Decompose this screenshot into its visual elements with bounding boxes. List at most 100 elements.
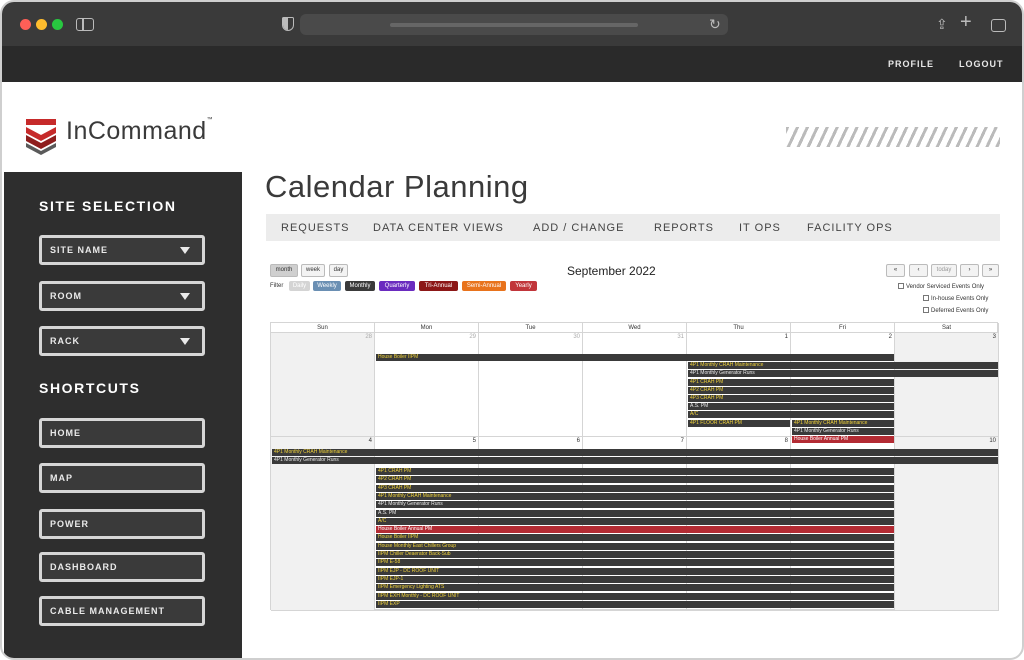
address-bar-placeholder (390, 23, 638, 27)
vendor-serviced-checkbox[interactable]: Vendor Serviced Events Only (898, 283, 984, 290)
calendar-event[interactable]: 4P1 FLOOR CRAH PM (688, 419, 790, 427)
calendar-event[interactable]: 4P1 Monthly Generator Runs (792, 427, 894, 435)
day-cell[interactable]: 29 (375, 333, 479, 437)
filter-quarterly[interactable]: Quarterly (379, 281, 415, 291)
shortcut-power[interactable]: POWER (39, 509, 205, 539)
tab-overview-icon[interactable] (991, 19, 1006, 32)
share-icon[interactable]: ⇪ (936, 16, 948, 33)
calendar-event[interactable]: House Monthly East Chillers Group (376, 542, 894, 550)
room-select[interactable]: ROOM (39, 281, 205, 311)
calendar-event[interactable]: A/C (376, 517, 894, 525)
view-month-button[interactable]: month (270, 264, 298, 277)
day-cell[interactable]: 3 (895, 333, 999, 437)
calendar-event[interactable]: IIPM EXH Monthly - DC ROOF UNIT (376, 592, 894, 600)
menu-data-center-views[interactable]: DATA CENTER VIEWS (373, 222, 504, 234)
prev-year-button[interactable]: « (886, 264, 905, 277)
incommand-logo-icon[interactable] (26, 117, 56, 155)
filter-tri-annual[interactable]: Tri-Annual (419, 281, 458, 291)
page-title: Calendar Planning (265, 169, 529, 204)
calendar-event[interactable]: 4P3 CRAH PM (376, 484, 894, 492)
calendar-event[interactable]: House Boiler Annual PM (792, 436, 894, 443)
calendar-event[interactable]: 4P1 Monthly CRAH Maintenance (272, 449, 998, 456)
site-name-select-label: SITE NAME (50, 245, 109, 255)
filter-weekly[interactable]: Weekly (313, 281, 341, 291)
close-window-icon[interactable] (20, 19, 31, 30)
zoom-window-icon[interactable] (52, 19, 63, 30)
vendor-serviced-label: Vendor Serviced Events Only (906, 284, 985, 290)
calendar-event[interactable]: IIPM E-58 (376, 559, 894, 567)
calendar-event[interactable]: IIPM EXP (376, 600, 894, 608)
site-name-select[interactable]: SITE NAME (39, 235, 205, 265)
day-cell[interactable]: 30 (479, 333, 583, 437)
filter-daily[interactable]: Daily (289, 281, 310, 291)
checkbox-icon[interactable] (923, 295, 929, 301)
shortcut-home[interactable]: HOME (39, 418, 205, 448)
shortcuts-heading: SHORTCUTS (39, 380, 141, 396)
deferred-checkbox[interactable]: Deferred Events Only (923, 307, 988, 314)
new-tab-icon[interactable]: + (960, 12, 972, 32)
day-number: 29 (469, 334, 476, 340)
calendar-event[interactable]: 4P2 CRAH PM (688, 386, 894, 394)
reload-icon[interactable]: ↻ (709, 17, 721, 31)
filter-label: Filter (270, 283, 284, 289)
calendar-event[interactable]: 4P1 Monthly Generator Runs (272, 457, 998, 465)
minimize-window-icon[interactable] (36, 19, 47, 30)
day-header-sun: Sun (271, 323, 375, 333)
view-day-button[interactable]: day (329, 264, 348, 277)
prev-month-button[interactable]: ‹ (909, 264, 928, 277)
checkbox-icon[interactable] (898, 283, 904, 289)
logout-link[interactable]: LOGOUT (959, 59, 1004, 69)
shortcut-cable-management[interactable]: CABLE MANAGEMENT (39, 596, 205, 626)
in-house-checkbox[interactable]: In-house Events Only (923, 295, 988, 302)
calendar-event[interactable]: 4P1 CRAH PM (376, 468, 894, 476)
today-button[interactable]: today (931, 264, 957, 277)
app-window: ↻ ⇪ + PROFILE LOGOUT InCommand™ SITE SEL… (0, 0, 1024, 660)
calendar-event[interactable]: A.S. PM (688, 403, 894, 411)
day-number: 2 (888, 334, 892, 340)
shortcut-map[interactable]: MAP (39, 463, 205, 493)
rack-select[interactable]: RACK (39, 326, 205, 356)
shortcut-dashboard[interactable]: DASHBOARD (39, 552, 205, 582)
calendar-event[interactable]: House Boiler IIPM (376, 354, 894, 361)
view-week-button[interactable]: week (301, 264, 325, 277)
calendar-event[interactable]: IIPM EJP - DC ROOF UNIT (376, 567, 894, 575)
day-number: 10 (989, 438, 996, 444)
calendar-event[interactable]: 4P1 Monthly Generator Runs (376, 501, 894, 509)
calendar-event[interactable]: House Boiler Annual PM (376, 526, 894, 534)
filter-monthly[interactable]: Monthly (345, 281, 375, 291)
calendar-event[interactable]: 4P1 Monthly CRAH Maintenance (688, 362, 998, 370)
menu-facility-ops[interactable]: FACILITY OPS (807, 222, 893, 234)
calendar-grid: SunMonTueWedThuFriSat2842953063171829310… (270, 322, 999, 611)
menu-add-change[interactable]: ADD / CHANGE (533, 222, 624, 234)
day-cell[interactable]: 28 (271, 333, 375, 437)
menu-requests[interactable]: REQUESTS (281, 222, 350, 234)
brand-name[interactable]: InCommand™ (66, 117, 213, 146)
calendar-event[interactable]: IIPM EJP-1 (376, 575, 894, 583)
calendar-event[interactable]: 4P1 Monthly Generator Runs (688, 370, 998, 378)
calendar-event[interactable]: IIPM Chiller Deaerator Back-Sub (376, 551, 894, 559)
filter-semi-annual[interactable]: Semi-Annual (462, 281, 506, 291)
profile-link[interactable]: PROFILE (888, 59, 934, 69)
decorative-stripes (786, 127, 1000, 147)
site-selection-heading: SITE SELECTION (39, 198, 177, 214)
filter-yearly[interactable]: Yearly (510, 281, 537, 291)
menu-it-ops[interactable]: IT OPS (739, 222, 781, 234)
calendar-event[interactable]: A/C (688, 411, 894, 419)
next-month-button[interactable]: › (960, 264, 979, 277)
calendar-event[interactable]: 4P2 CRAH PM (376, 476, 894, 484)
address-bar[interactable] (300, 14, 728, 35)
sidebar-toggle-icon[interactable] (76, 18, 94, 31)
calendar-event[interactable]: 4P1 Monthly CRAH Maintenance (792, 419, 894, 427)
privacy-shield-icon[interactable] (282, 17, 294, 31)
checkbox-icon[interactable] (923, 307, 929, 313)
menu-reports[interactable]: REPORTS (654, 222, 714, 234)
calendar-event[interactable]: House Boiler IIPM (376, 534, 894, 542)
next-year-button[interactable]: » (982, 264, 999, 277)
calendar-event[interactable]: 4P1 Monthly CRAH Maintenance (376, 492, 894, 500)
day-cell[interactable]: 31 (583, 333, 687, 437)
day-header-mon: Mon (375, 323, 479, 333)
calendar-event[interactable]: A.S. PM (376, 509, 894, 517)
calendar-event[interactable]: IIPM Emergency Lighting ATS (376, 584, 894, 592)
calendar-event[interactable]: 4P1 CRAH PM (688, 378, 894, 386)
calendar-event[interactable]: 4P3 CRAH PM (688, 395, 894, 402)
